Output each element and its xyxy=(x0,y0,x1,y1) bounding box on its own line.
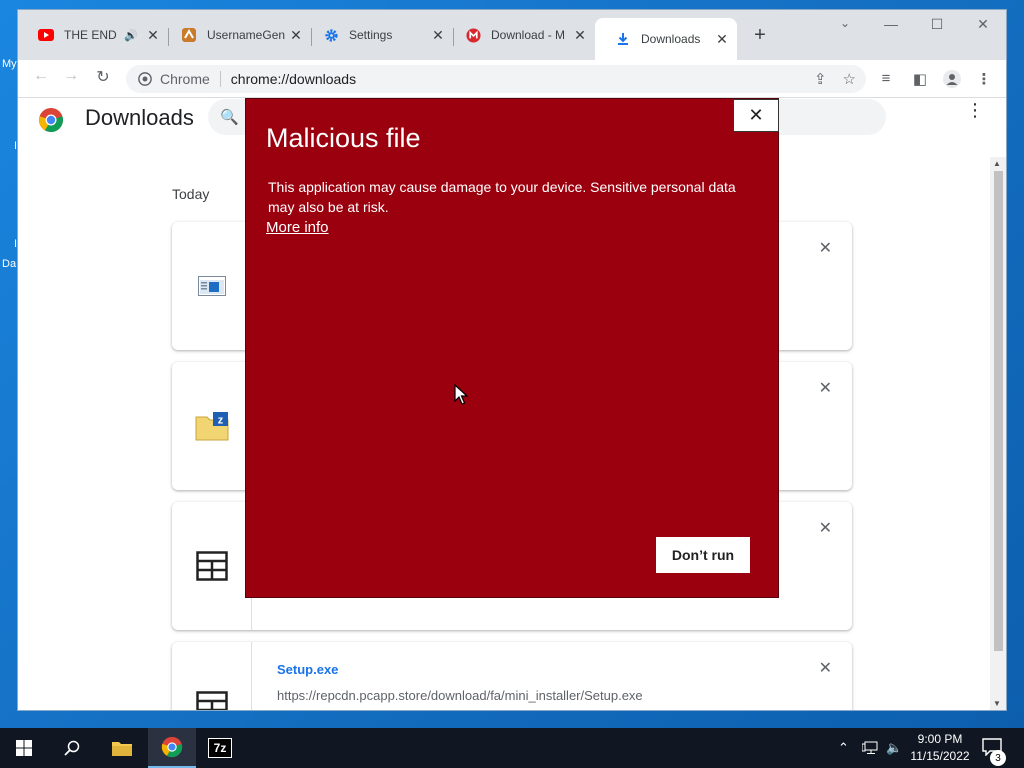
side-panel-icon[interactable]: ◧ xyxy=(910,70,930,88)
close-window-icon[interactable]: ✕ xyxy=(968,16,998,33)
settings-gear-icon xyxy=(323,27,339,43)
malicious-file-dialog: Malicious file This application may caus… xyxy=(245,98,779,598)
tab-search-chevron-icon[interactable]: ⌄ xyxy=(830,16,860,30)
more-menu-icon[interactable]: ⋮ xyxy=(974,70,994,88)
file-explorer-icon[interactable] xyxy=(98,728,146,768)
youtube-icon xyxy=(38,27,54,43)
url-text[interactable]: chrome://downloads xyxy=(231,71,356,87)
svg-text:z: z xyxy=(217,415,223,427)
share-icon[interactable]: ⇪ xyxy=(814,70,827,88)
page-more-menu-icon[interactable]: ⋮ xyxy=(966,101,984,119)
dialog-message: This application may cause damage to you… xyxy=(268,179,736,215)
file-icon-cell xyxy=(172,642,252,710)
download-file-name-link[interactable]: Setup.exe xyxy=(277,662,338,677)
maximize-icon[interactable]: ☐ xyxy=(922,16,952,33)
file-icon-cell xyxy=(172,502,252,630)
more-info-link[interactable]: More info xyxy=(266,219,329,236)
notification-count-badge: 3 xyxy=(990,750,1006,766)
tab-mega-download[interactable]: Download - M ✕ xyxy=(445,22,595,48)
volume-icon[interactable]: 🔈 xyxy=(886,728,902,768)
7zip-label: 7z xyxy=(208,738,232,758)
tab-title: Settings xyxy=(349,28,393,42)
profile-avatar-icon[interactable] xyxy=(942,70,962,88)
7zip-icon[interactable]: 7z xyxy=(196,728,244,768)
network-icon[interactable] xyxy=(862,728,878,768)
window-file-icon xyxy=(197,276,226,296)
audio-playing-icon[interactable]: 🔊 xyxy=(124,29,138,42)
zip-folder-icon: z xyxy=(195,412,228,441)
tab-title: THE END c xyxy=(64,28,118,42)
bookmark-star-icon[interactable]: ☆ xyxy=(843,70,856,88)
usernamegen-icon xyxy=(181,27,197,43)
tab-youtube[interactable]: THE END c 🔊 ✕ xyxy=(18,22,168,48)
forward-arrow-icon[interactable]: → xyxy=(60,67,82,85)
section-date-label: Today xyxy=(172,186,210,202)
dialog-title: Malicious file xyxy=(266,123,421,153)
mega-icon xyxy=(465,27,481,43)
file-icon-cell: z xyxy=(172,362,252,490)
new-tab-plus-icon[interactable]: + xyxy=(748,24,772,47)
desktop-icon-label[interactable]: I xyxy=(14,238,17,250)
chrome-page-chip[interactable]: Chrome xyxy=(138,71,210,87)
file-icon-cell xyxy=(172,222,252,350)
tab-title: Download - M xyxy=(491,28,566,42)
chrome-chip-label: Chrome xyxy=(160,71,210,87)
download-arrow-icon xyxy=(615,31,631,47)
tab-title: Downloads xyxy=(641,32,701,46)
clock-time: 9:00 PM xyxy=(917,732,963,746)
page-scrollbar[interactable]: ▲ ▼ xyxy=(990,157,1006,710)
address-bar[interactable]: Chrome chrome://downloads ⇪ ☆ xyxy=(126,65,866,93)
tab-downloads[interactable]: Downloads ✕ xyxy=(595,18,737,60)
remove-download-icon[interactable]: ✕ xyxy=(819,378,832,398)
exe-file-icon xyxy=(195,691,228,710)
close-tab-icon[interactable]: ✕ xyxy=(713,31,731,48)
scroll-up-arrow-icon[interactable]: ▲ xyxy=(993,159,1001,168)
exe-file-icon xyxy=(195,551,228,581)
tab-title: UsernameGen xyxy=(207,28,286,42)
close-tab-icon[interactable]: ✕ xyxy=(571,27,589,44)
tab-settings[interactable]: Settings ✕ xyxy=(303,22,453,48)
windows-start-icon[interactable] xyxy=(0,728,48,768)
chrome-logo-icon xyxy=(38,107,64,138)
page-title: Downloads xyxy=(85,105,194,130)
download-item[interactable]: Setup.exe https://repcdn.pcapp.store/dow… xyxy=(172,642,852,710)
mouse-pointer-icon xyxy=(454,384,468,405)
reading-list-icon[interactable]: ≡ xyxy=(876,70,896,88)
dont-run-button[interactable]: Don’t run xyxy=(656,537,750,573)
search-icon[interactable] xyxy=(48,728,96,768)
system-clock[interactable]: 9:00 PM 11/15/2022 xyxy=(905,731,975,765)
clock-date: 11/15/2022 xyxy=(910,749,970,763)
desktop-icon-label[interactable]: My xyxy=(2,58,17,70)
remove-download-icon[interactable]: ✕ xyxy=(819,658,832,678)
taskbar: 7z ⌃ 🔈 9:00 PM 11/15/2022 3 xyxy=(0,728,1024,768)
scroll-down-arrow-icon[interactable]: ▼ xyxy=(993,699,1001,708)
chrome-icon[interactable] xyxy=(148,728,196,768)
tab-strip: THE END c 🔊 ✕ UsernameGen ✕ Settings ✕ xyxy=(18,10,1006,60)
tab-usernamegen[interactable]: UsernameGen ✕ xyxy=(161,22,311,48)
remove-download-icon[interactable]: ✕ xyxy=(819,518,832,538)
show-hidden-icons-chevron-icon[interactable]: ⌃ xyxy=(838,728,849,768)
omnibox-divider xyxy=(219,71,221,87)
close-tab-icon[interactable]: ✕ xyxy=(144,27,162,44)
close-dialog-button[interactable]: ✕ xyxy=(733,99,779,132)
desktop-icon-label[interactable]: Da xyxy=(2,258,16,270)
toolbar: ← → ↻ Chrome chrome://downloads ⇪ ☆ ≡ ◧ … xyxy=(18,60,1006,98)
download-source-url[interactable]: https://repcdn.pcapp.store/download/fa/m… xyxy=(277,688,643,703)
remove-download-icon[interactable]: ✕ xyxy=(819,238,832,258)
minimize-icon[interactable]: — xyxy=(876,16,906,32)
desktop-icon-label[interactable]: I xyxy=(14,140,17,152)
back-arrow-icon[interactable]: ← xyxy=(30,67,52,85)
scrollbar-thumb[interactable] xyxy=(994,171,1003,651)
search-icon: 🔍 xyxy=(220,109,239,126)
chrome-logo-icon xyxy=(138,72,152,86)
reload-icon[interactable]: ↻ xyxy=(92,67,114,87)
